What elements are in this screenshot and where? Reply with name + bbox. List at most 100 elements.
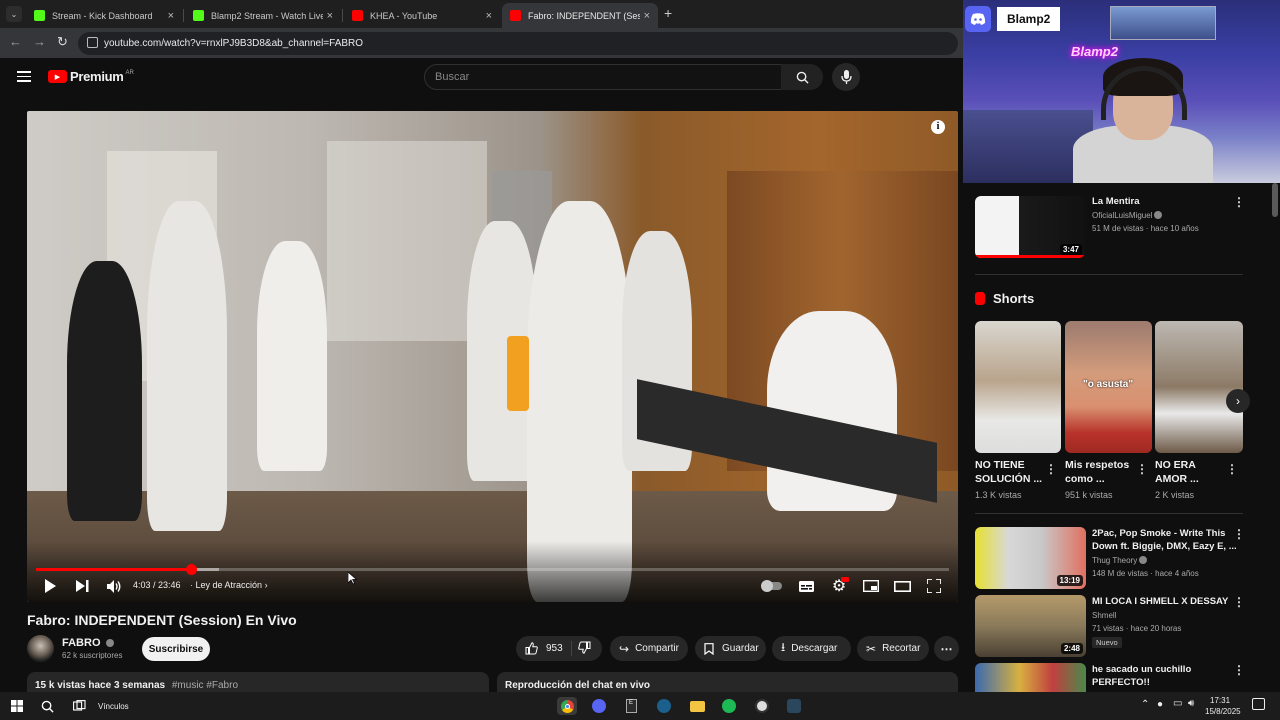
more-vertical-icon[interactable]: ⋮ bbox=[1226, 462, 1238, 476]
voice-search-button[interactable] bbox=[832, 63, 860, 91]
close-icon[interactable]: × bbox=[168, 10, 174, 22]
video-thumbnail[interactable]: 13:19 bbox=[975, 527, 1086, 589]
short-views: 2 K vistas bbox=[1155, 490, 1195, 500]
channel-name[interactable]: Thug Theory bbox=[1092, 555, 1148, 567]
search-icon[interactable] bbox=[38, 697, 56, 715]
task-view-icon[interactable] bbox=[70, 697, 88, 715]
search-input[interactable]: Buscar bbox=[424, 64, 782, 90]
video-title[interactable]: MI LOCA I SHMELL X DESSAY bbox=[1092, 595, 1228, 608]
chapter-button[interactable]: · Ley de Atracción › bbox=[190, 580, 268, 590]
menu-icon[interactable] bbox=[17, 71, 31, 82]
volume-button[interactable] bbox=[105, 577, 123, 595]
channel-name[interactable]: OficialLuisMiguel bbox=[1092, 210, 1163, 222]
clock-time[interactable]: 17:31 bbox=[1210, 696, 1230, 705]
hashtags[interactable]: #music #Fabro bbox=[172, 680, 238, 691]
forward-arrow-icon[interactable]: → bbox=[33, 34, 46, 49]
short-title[interactable]: NO ERA AMOR ... bbox=[1155, 458, 1199, 486]
short-thumbnail[interactable]: "o asusta" bbox=[1065, 321, 1152, 453]
more-vertical-icon[interactable]: ⋮ bbox=[1045, 462, 1057, 476]
video-duration: 3:47 bbox=[1059, 244, 1082, 255]
close-icon[interactable]: × bbox=[327, 10, 333, 22]
scrollbar[interactable] bbox=[1272, 183, 1278, 217]
steam-client-icon[interactable] bbox=[785, 697, 803, 715]
file-explorer-icon[interactable] bbox=[688, 697, 706, 715]
video-thumbnail[interactable] bbox=[975, 663, 1086, 692]
subscribe-button[interactable]: Suscribirse bbox=[142, 637, 210, 661]
youtube-premium-logo[interactable]: ▶ Premium AR bbox=[48, 69, 134, 84]
clock-date[interactable]: 15/8/2025 bbox=[1205, 707, 1241, 716]
epic-games-icon[interactable]: E bbox=[622, 697, 640, 715]
share-button[interactable]: ↪ Compartir bbox=[610, 636, 688, 661]
short-thumbnail[interactable] bbox=[1155, 321, 1243, 453]
more-actions-button[interactable]: ⋯ bbox=[934, 636, 959, 661]
shorts-next-button[interactable]: › bbox=[1226, 389, 1250, 413]
chevron-up-icon[interactable]: ⌃ bbox=[1141, 699, 1149, 710]
more-vertical-icon[interactable]: ⋮ bbox=[1233, 595, 1245, 609]
discord-username: Blamp2 bbox=[997, 7, 1061, 31]
like-button[interactable]: 953 bbox=[516, 641, 572, 656]
fullscreen-button[interactable] bbox=[926, 577, 942, 595]
discord-taskbar-icon[interactable] bbox=[590, 697, 608, 715]
close-icon[interactable]: × bbox=[644, 10, 650, 22]
miniplayer-icon bbox=[862, 580, 879, 592]
new-tab-button[interactable]: + bbox=[664, 5, 672, 21]
short-title[interactable]: Mis respetos como ... bbox=[1065, 458, 1129, 486]
close-icon[interactable]: × bbox=[486, 10, 492, 22]
progress-bar[interactable] bbox=[36, 564, 949, 575]
download-button[interactable]: ⭳ Descargar bbox=[772, 636, 851, 661]
video-meta: 148 M de vistas · hace 4 años bbox=[1092, 569, 1199, 578]
channel-name[interactable]: Shmell bbox=[1092, 610, 1116, 622]
search-button[interactable] bbox=[781, 64, 823, 90]
settings-button[interactable]: ⚙ bbox=[830, 577, 849, 595]
channel-avatar[interactable] bbox=[27, 635, 54, 662]
video-title[interactable]: 2Pac, Pop Smoke - Write This Down ft. Big… bbox=[1092, 527, 1237, 553]
network-icon[interactable]: ▭ bbox=[1173, 698, 1182, 709]
tab-khea-youtube[interactable]: KHEA - YouTube × bbox=[344, 3, 500, 28]
clip-button[interactable]: ✂ Recortar bbox=[857, 636, 929, 661]
video-thumbnail[interactable]: 3:47 bbox=[975, 196, 1085, 258]
short-thumbnail[interactable] bbox=[975, 321, 1061, 453]
recommendations-sidebar: 3:47 La Mentira OficialLuisMiguel 51 M d… bbox=[963, 183, 1280, 692]
video-title[interactable]: La Mentira bbox=[1092, 195, 1140, 208]
taskbar-links-label[interactable]: Vínculos bbox=[98, 702, 129, 711]
next-button[interactable] bbox=[74, 577, 90, 595]
tab-search-button[interactable]: ⌄ bbox=[6, 6, 22, 22]
miniplayer-button[interactable] bbox=[862, 577, 879, 595]
video-player[interactable]: i bbox=[27, 111, 958, 602]
progress-played bbox=[36, 568, 192, 571]
url-text: youtube.com/watch?v=rnxlPJ9B3D8&ab_chann… bbox=[104, 38, 364, 49]
browser-tab-bar: ⌄ Stream - Kick Dashboard × Blamp2 Strea… bbox=[0, 0, 963, 28]
video-title[interactable]: he sacado un cuchillo PERFECTO!! bbox=[1092, 663, 1191, 689]
autoplay-toggle[interactable] bbox=[761, 577, 783, 595]
spotify-icon[interactable] bbox=[720, 697, 738, 715]
play-button[interactable] bbox=[42, 577, 58, 595]
site-info-icon[interactable] bbox=[87, 37, 98, 48]
video-thumbnail[interactable]: 2:48 bbox=[975, 595, 1086, 657]
dislike-button[interactable] bbox=[572, 641, 591, 657]
tab-kick-dashboard[interactable]: Stream - Kick Dashboard × bbox=[26, 3, 182, 28]
more-vertical-icon[interactable]: ⋮ bbox=[1233, 527, 1245, 541]
info-icon[interactable]: i bbox=[931, 120, 945, 134]
volume-tray-icon[interactable]: 🔊︎ bbox=[1188, 698, 1194, 709]
theater-mode-button[interactable] bbox=[893, 577, 911, 595]
notification-icon[interactable] bbox=[1252, 698, 1265, 710]
tab-fabro-independent[interactable]: Fabro: INDEPENDENT (Session) × bbox=[502, 3, 658, 28]
reload-icon[interactable]: ↻ bbox=[57, 34, 68, 50]
app-icon[interactable] bbox=[753, 697, 771, 715]
more-vertical-icon[interactable]: ⋮ bbox=[1233, 195, 1245, 209]
tab-blamp2-stream[interactable]: Blamp2 Stream - Watch Live on × bbox=[185, 3, 341, 28]
steam-icon[interactable] bbox=[655, 697, 673, 715]
like-dislike-group: 953 bbox=[516, 636, 602, 661]
back-arrow-icon[interactable]: ← bbox=[9, 34, 22, 49]
address-bar[interactable]: youtube.com/watch?v=rnxlPJ9B3D8&ab_chann… bbox=[78, 32, 958, 55]
save-button[interactable]: Guardar bbox=[695, 636, 766, 661]
more-vertical-icon[interactable]: ⋮ bbox=[1136, 462, 1148, 476]
subtitles-button[interactable] bbox=[798, 577, 814, 595]
chevron-down-icon: ⌄ bbox=[10, 9, 18, 19]
short-title[interactable]: NO TIENE SOLUCIÓN ... bbox=[975, 458, 1042, 486]
channel-name[interactable]: FABRO bbox=[62, 637, 114, 649]
microphone-tray-icon[interactable]: ● bbox=[1157, 699, 1163, 710]
windows-start-icon[interactable] bbox=[8, 697, 26, 715]
more-vertical-icon[interactable]: ⋮ bbox=[1233, 663, 1245, 677]
chrome-icon[interactable] bbox=[557, 697, 577, 715]
